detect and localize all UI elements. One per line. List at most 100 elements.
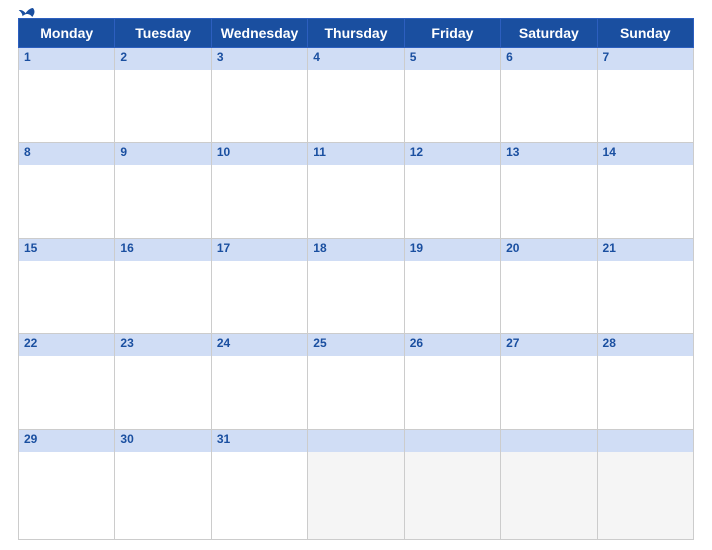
date-cell: 12: [404, 143, 500, 166]
day-number: 8: [24, 145, 109, 159]
content-cell: [115, 70, 211, 143]
content-row-4: [19, 356, 694, 429]
content-cell: [211, 356, 307, 429]
content-cell: [597, 452, 693, 540]
calendar-table: MondayTuesdayWednesdayThursdayFridaySatu…: [18, 18, 694, 540]
day-header-saturday: Saturday: [501, 19, 597, 48]
day-number: 25: [313, 336, 398, 350]
day-number: 9: [120, 145, 205, 159]
content-cell: [597, 356, 693, 429]
date-cell: 28: [597, 334, 693, 357]
date-cell: 23: [115, 334, 211, 357]
date-cell: 19: [404, 238, 500, 261]
content-cell: [597, 70, 693, 143]
date-cell: [597, 429, 693, 452]
bird-icon: [18, 6, 36, 22]
content-cell: [597, 165, 693, 238]
content-cell: [19, 452, 115, 540]
day-number: 7: [603, 50, 688, 64]
date-cell: 31: [211, 429, 307, 452]
day-number: 3: [217, 50, 302, 64]
content-cell: [115, 356, 211, 429]
day-header-sunday: Sunday: [597, 19, 693, 48]
date-cell: 11: [308, 143, 404, 166]
content-cell: [404, 70, 500, 143]
day-header-wednesday: Wednesday: [211, 19, 307, 48]
date-cell: 15: [19, 238, 115, 261]
content-cell: [308, 356, 404, 429]
date-cell: [501, 429, 597, 452]
day-number: 30: [120, 432, 205, 446]
content-row-1: [19, 70, 694, 143]
day-number: 11: [313, 145, 398, 159]
day-number: 26: [410, 336, 495, 350]
date-cell: 21: [597, 238, 693, 261]
date-cell: 9: [115, 143, 211, 166]
date-cell: 29: [19, 429, 115, 452]
logo: [18, 6, 38, 22]
content-cell: [501, 452, 597, 540]
date-cell: 6: [501, 48, 597, 71]
date-cell: 27: [501, 334, 597, 357]
day-number: 4: [313, 50, 398, 64]
day-header-tuesday: Tuesday: [115, 19, 211, 48]
day-number: 19: [410, 241, 495, 255]
day-number: 17: [217, 241, 302, 255]
date-row-5: 29 30 31: [19, 429, 694, 452]
content-cell: [404, 452, 500, 540]
content-cell: [404, 356, 500, 429]
content-cell: [308, 261, 404, 334]
day-number: 15: [24, 241, 109, 255]
content-cell: [308, 70, 404, 143]
date-cell: 22: [19, 334, 115, 357]
content-cell: [19, 261, 115, 334]
date-cell: 14: [597, 143, 693, 166]
days-header-row: MondayTuesdayWednesdayThursdayFridaySatu…: [19, 19, 694, 48]
content-cell: [19, 70, 115, 143]
content-cell: [211, 261, 307, 334]
date-cell: 8: [19, 143, 115, 166]
date-cell: 24: [211, 334, 307, 357]
date-cell: 4: [308, 48, 404, 71]
day-number: 6: [506, 50, 591, 64]
content-row-2: [19, 165, 694, 238]
content-cell: [597, 261, 693, 334]
day-number: 18: [313, 241, 398, 255]
day-header-thursday: Thursday: [308, 19, 404, 48]
content-cell: [308, 452, 404, 540]
date-cell: 2: [115, 48, 211, 71]
day-number: 5: [410, 50, 495, 64]
content-cell: [211, 452, 307, 540]
day-number: 23: [120, 336, 205, 350]
day-number: 12: [410, 145, 495, 159]
date-cell: 18: [308, 238, 404, 261]
date-cell: 25: [308, 334, 404, 357]
day-number: 27: [506, 336, 591, 350]
day-number: 20: [506, 241, 591, 255]
content-cell: [211, 70, 307, 143]
date-cell: 7: [597, 48, 693, 71]
content-cell: [115, 261, 211, 334]
day-number: 10: [217, 145, 302, 159]
date-cell: [308, 429, 404, 452]
day-number: 22: [24, 336, 109, 350]
content-cell: [115, 452, 211, 540]
date-cell: [404, 429, 500, 452]
content-cell: [211, 165, 307, 238]
logo-blue: [18, 6, 38, 22]
day-number: 24: [217, 336, 302, 350]
date-row-3: 15 16 17 18 19 20 21: [19, 238, 694, 261]
content-cell: [501, 165, 597, 238]
date-cell: 16: [115, 238, 211, 261]
content-cell: [404, 165, 500, 238]
content-cell: [501, 356, 597, 429]
day-header-friday: Friday: [404, 19, 500, 48]
content-cell: [19, 356, 115, 429]
date-cell: 17: [211, 238, 307, 261]
date-row-1: 1234567: [19, 48, 694, 71]
content-cell: [115, 165, 211, 238]
day-number: 16: [120, 241, 205, 255]
day-number: 2: [120, 50, 205, 64]
date-cell: 26: [404, 334, 500, 357]
date-cell: 30: [115, 429, 211, 452]
